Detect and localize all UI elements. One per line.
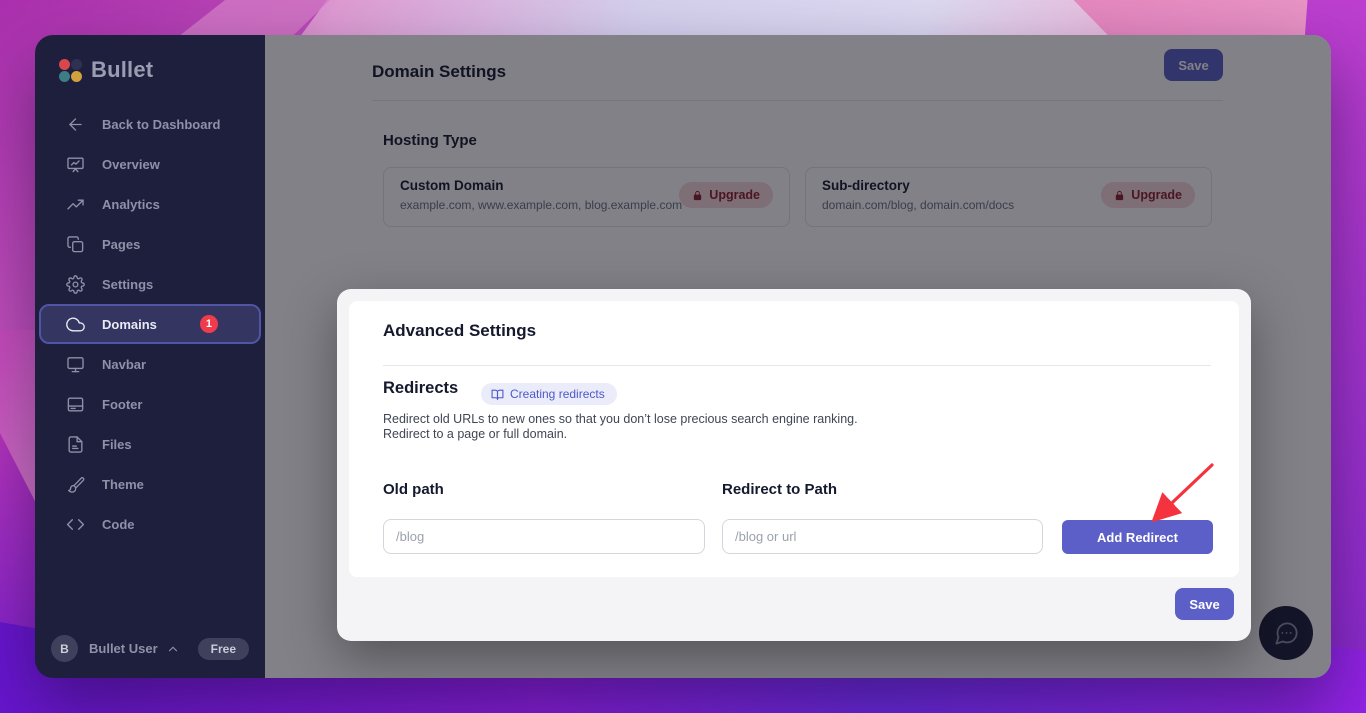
sidebar-item-footer[interactable]: Footer <box>39 384 261 424</box>
advanced-settings-modal: Advanced Settings Redirects Creating red… <box>337 289 1251 641</box>
gear-icon <box>65 274 85 294</box>
footer-icon <box>65 394 85 414</box>
sidebar-item-navbar[interactable]: Navbar <box>39 344 261 384</box>
sidebar-item-code[interactable]: Code <box>39 504 261 544</box>
redirects-description-line2: Redirect to a page or full domain. <box>383 427 568 441</box>
trending-up-icon <box>65 194 85 214</box>
monitor-icon <box>65 354 85 374</box>
app-logo-text: Bullet <box>91 57 154 82</box>
add-redirect-button[interactable]: Add Redirect <box>1062 520 1213 554</box>
creating-redirects-link[interactable]: Creating redirects <box>481 383 617 405</box>
old-path-label: Old path <box>383 481 444 498</box>
app-logo[interactable]: Bullet <box>35 35 265 83</box>
presentation-icon <box>65 154 85 174</box>
sidebar-item-label: Pages <box>102 236 141 252</box>
bullet-logo-icon <box>59 58 82 82</box>
file-icon <box>65 434 85 454</box>
sidebar-item-label: Settings <box>102 276 154 292</box>
sidebar-item-domains[interactable]: Domains 1 <box>39 304 261 344</box>
redirects-description-line1: Redirect old URLs to new ones so that yo… <box>383 412 858 426</box>
sidebar-item-pages[interactable]: Pages <box>39 224 261 264</box>
sidebar-item-label: Domains <box>102 316 157 332</box>
sidebar-item-label: Overview <box>102 156 160 172</box>
sidebar-item-theme[interactable]: Theme <box>39 464 261 504</box>
modal-divider <box>383 365 1211 366</box>
sidebar-item-analytics[interactable]: Analytics <box>39 184 261 224</box>
sidebar-item-label: Back to Dashboard <box>102 116 221 132</box>
sidebar-item-back-to-dashboard[interactable]: Back to Dashboard <box>39 104 261 144</box>
code-icon <box>65 514 85 534</box>
pages-icon <box>65 234 85 254</box>
user-name: Bullet User <box>89 641 158 656</box>
sidebar-item-label: Files <box>102 436 132 452</box>
paintbrush-icon <box>65 474 85 494</box>
sidebar-item-files[interactable]: Files <box>39 424 261 464</box>
sidebar-nav: Back to Dashboard Overview Analytics Pag… <box>35 104 265 544</box>
modal-title: Advanced Settings <box>383 321 537 340</box>
sidebar-item-label: Theme <box>102 476 144 492</box>
sidebar-item-label: Code <box>102 516 135 532</box>
sidebar: Bullet Back to Dashboard Overview Analyt… <box>35 35 265 678</box>
chevron-up-icon <box>166 642 180 656</box>
user-menu[interactable]: B Bullet User Free <box>51 635 249 662</box>
old-path-input[interactable] <box>383 519 705 554</box>
sidebar-item-label: Footer <box>102 396 143 412</box>
creating-redirects-label: Creating redirects <box>510 387 605 401</box>
cloud-icon <box>65 314 85 334</box>
main-content: Domain Settings Save Hosting Type Custom… <box>265 35 1331 678</box>
modal-body: Advanced Settings Redirects Creating red… <box>349 301 1239 577</box>
avatar: B <box>51 635 78 662</box>
arrow-left-icon <box>65 114 85 134</box>
app-window: Bullet Back to Dashboard Overview Analyt… <box>35 35 1331 678</box>
redirects-heading: Redirects <box>383 379 459 397</box>
sidebar-item-label: Navbar <box>102 356 147 372</box>
sidebar-item-label: Analytics <box>102 196 160 212</box>
redirect-to-path-input[interactable] <box>722 519 1043 554</box>
plan-badge: Free <box>197 637 249 660</box>
sidebar-item-overview[interactable]: Overview <box>39 144 261 184</box>
redirect-to-path-label: Redirect to Path <box>722 481 838 498</box>
book-open-icon <box>491 388 504 401</box>
notification-badge: 1 <box>199 315 218 333</box>
sidebar-item-settings[interactable]: Settings <box>39 264 261 304</box>
modal-save-button[interactable]: Save <box>1175 588 1234 620</box>
